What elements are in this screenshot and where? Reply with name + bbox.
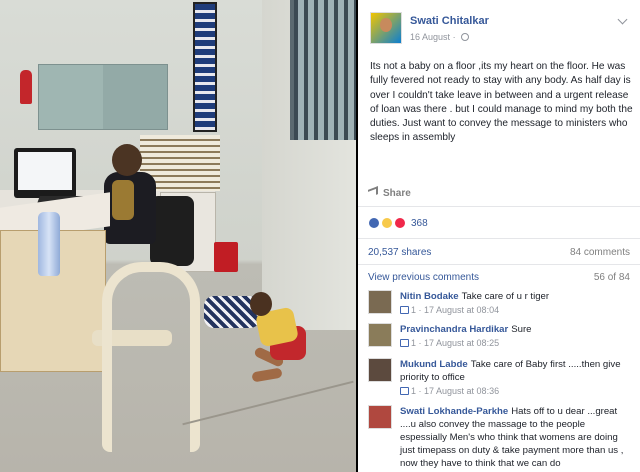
like-icon	[400, 306, 409, 314]
commenter-name[interactable]: Mukund Labde	[400, 359, 468, 370]
like-icon	[400, 387, 409, 395]
window	[290, 0, 356, 140]
commenter-avatar[interactable]	[368, 323, 392, 347]
post-counts: 20,537 shares 84 comments	[368, 247, 630, 258]
post-date[interactable]: 16 August	[410, 32, 450, 42]
reactions-summary[interactable]: 368	[368, 215, 428, 231]
chevron-down-icon[interactable]	[617, 14, 628, 25]
comment-meta: 1 · 17 August at 08:25	[400, 337, 632, 350]
love-reaction-icon	[394, 217, 406, 229]
comments-count[interactable]: 84 comments	[570, 247, 630, 258]
sad-reaction-icon	[381, 217, 393, 229]
view-previous-comments-link[interactable]: View previous comments	[368, 272, 479, 283]
comment-like-count[interactable]: 1	[411, 386, 416, 396]
office-chair	[150, 196, 194, 266]
meta-separator: ·	[452, 32, 456, 42]
comment-time[interactable]: 17 August at 08:04	[424, 305, 499, 315]
author-name[interactable]: Swati Chitalkar	[410, 15, 489, 27]
commenter-name[interactable]: Nitin Bodake	[400, 291, 459, 302]
share-button[interactable]: Share	[368, 186, 632, 204]
commenter-name[interactable]: Swati Lokhande-Parkhe	[400, 406, 508, 417]
divider	[358, 206, 640, 207]
commenter-avatar[interactable]	[368, 405, 392, 429]
red-bin	[214, 242, 238, 272]
share-label: Share	[383, 188, 411, 199]
comment-page-count: 56 of 84	[593, 272, 630, 283]
divider	[358, 238, 640, 239]
shares-count[interactable]: 20,537 shares	[368, 247, 431, 258]
like-icon	[400, 339, 409, 347]
view-previous-row: View previous comments 56 of 84	[368, 272, 630, 283]
comment-like-count[interactable]: 1	[411, 305, 416, 315]
commenter-avatar[interactable]	[368, 358, 392, 382]
author-avatar[interactable]	[370, 12, 402, 44]
computer-monitor	[14, 148, 76, 198]
post-header: Swati Chitalkar 16 August ·	[370, 12, 632, 52]
water-bottle	[38, 212, 60, 276]
divider	[358, 264, 640, 265]
commenter-avatar[interactable]	[368, 290, 392, 314]
comment-meta: 1 · 17 August at 08:04	[400, 304, 632, 317]
share-icon	[368, 186, 378, 198]
like-reaction-icon	[368, 217, 380, 229]
comment-time[interactable]: 17 August at 08:25	[424, 338, 499, 348]
comment-time[interactable]: 17 August at 08:36	[424, 386, 499, 396]
comment-meta: 1 · 17 August at 08:36	[400, 385, 632, 398]
filing-cabinet	[38, 64, 168, 130]
notice-board	[193, 2, 217, 132]
commenter-name[interactable]: Pravinchandra Hardikar	[400, 324, 508, 335]
post-text: Its not a baby on a floor ,its my heart …	[370, 61, 633, 144]
post-photo[interactable]	[0, 0, 356, 472]
comment-text: Sure	[511, 324, 532, 335]
reaction-count: 368	[411, 217, 428, 229]
comment-like-count[interactable]: 1	[411, 338, 416, 348]
fire-extinguisher	[20, 70, 32, 104]
globe-icon	[461, 33, 470, 41]
post-meta: 16 August ·	[410, 32, 470, 42]
comment-text: Take care of u r tiger	[461, 291, 550, 302]
facebook-post: Swati Chitalkar 16 August · Its not a ba…	[358, 0, 640, 472]
